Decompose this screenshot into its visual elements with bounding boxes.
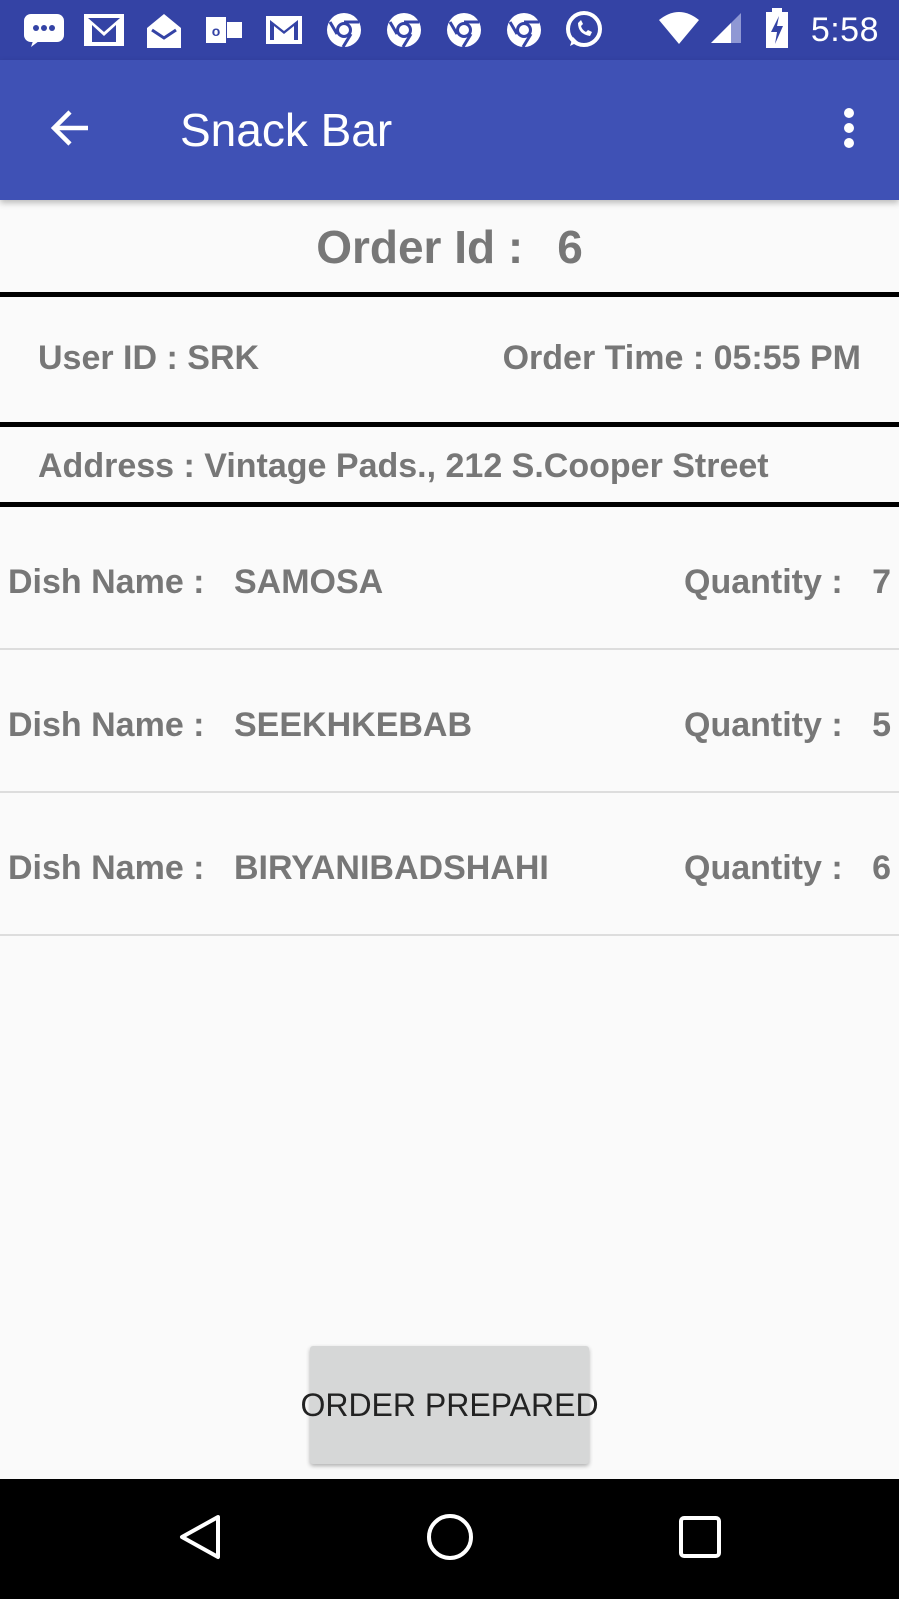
nav-home-icon <box>425 1512 475 1567</box>
notification-icons: o <box>22 10 622 50</box>
quantity-label: Quantity : <box>684 849 843 887</box>
gmail-icon <box>82 10 126 50</box>
quantity-value: 6 <box>872 849 891 887</box>
order-prepared-button[interactable]: ORDER PREPARED <box>300 1346 599 1464</box>
user-id-text: User ID : SRK <box>38 339 260 377</box>
list-item[interactable]: Dish Name : SEEKHKEBAB Quantity : 5 <box>0 650 899 793</box>
order-info-row: User ID : SRK Order Time : 05:55 PM <box>0 297 899 423</box>
dish-name-label: Dish Name : <box>8 706 205 744</box>
nav-back-button[interactable] <box>170 1509 230 1569</box>
chrome-icon <box>442 10 486 50</box>
overflow-menu-button[interactable] <box>829 100 869 160</box>
quantity-label: Quantity : <box>684 563 843 601</box>
order-time-text: Order Time : 05:55 PM <box>502 339 861 377</box>
address-text: Address : Vintage Pads., 212 S.Cooper St… <box>38 447 769 485</box>
inbox-icon <box>142 10 186 50</box>
outlook-icon: o <box>202 10 246 50</box>
gmail-icon <box>262 10 306 50</box>
order-id-value: 6 <box>557 221 583 273</box>
nav-recents-button[interactable] <box>670 1509 730 1569</box>
signal-icon <box>709 11 743 50</box>
dish-name: SAMOSA <box>234 563 384 601</box>
quantity-value: 5 <box>872 706 891 744</box>
list-item[interactable]: Dish Name : SAMOSA Quantity : 7 <box>0 507 899 650</box>
status-clock: 5:58 <box>810 10 879 49</box>
dish-list: Dish Name : SAMOSA Quantity : 7 Dish Nam… <box>0 507 899 936</box>
dish-name-label: Dish Name : <box>8 563 205 601</box>
system-nav-bar <box>0 1479 899 1599</box>
address-row: Address : Vintage Pads., 212 S.Cooper St… <box>0 427 899 503</box>
back-button[interactable] <box>40 100 100 160</box>
chrome-icon <box>502 10 546 50</box>
system-status: 5:58 <box>657 7 879 53</box>
svg-text:o: o <box>212 23 221 39</box>
wifi-icon <box>657 10 701 51</box>
app-title: Snack Bar <box>180 104 393 156</box>
quantity-label: Quantity : <box>684 706 843 744</box>
dish-name-label: Dish Name : <box>8 849 205 887</box>
list-item[interactable]: Dish Name : BIRYANIBADSHAHI Quantity : 6 <box>0 793 899 936</box>
app-bar: Snack Bar <box>0 60 899 200</box>
quantity-value: 7 <box>872 563 891 601</box>
battery-charging-icon <box>765 7 789 53</box>
dish-name: SEEKHKEBAB <box>234 706 473 744</box>
order-id-label: Order Id : <box>316 221 524 273</box>
nav-recents-icon <box>678 1515 722 1564</box>
chrome-icon <box>322 10 366 50</box>
messages-icon <box>22 10 66 50</box>
back-arrow-icon <box>48 108 92 153</box>
chrome-icon <box>382 10 426 50</box>
nav-home-button[interactable] <box>420 1509 480 1569</box>
status-bar: o 5:58 <box>0 0 899 60</box>
nav-back-icon <box>178 1513 222 1566</box>
whatsapp-icon <box>562 10 606 50</box>
more-vert-icon <box>842 107 856 154</box>
dish-name: BIRYANIBADSHAHI <box>234 849 549 887</box>
order-id-header: Order Id : 6 <box>0 200 899 294</box>
